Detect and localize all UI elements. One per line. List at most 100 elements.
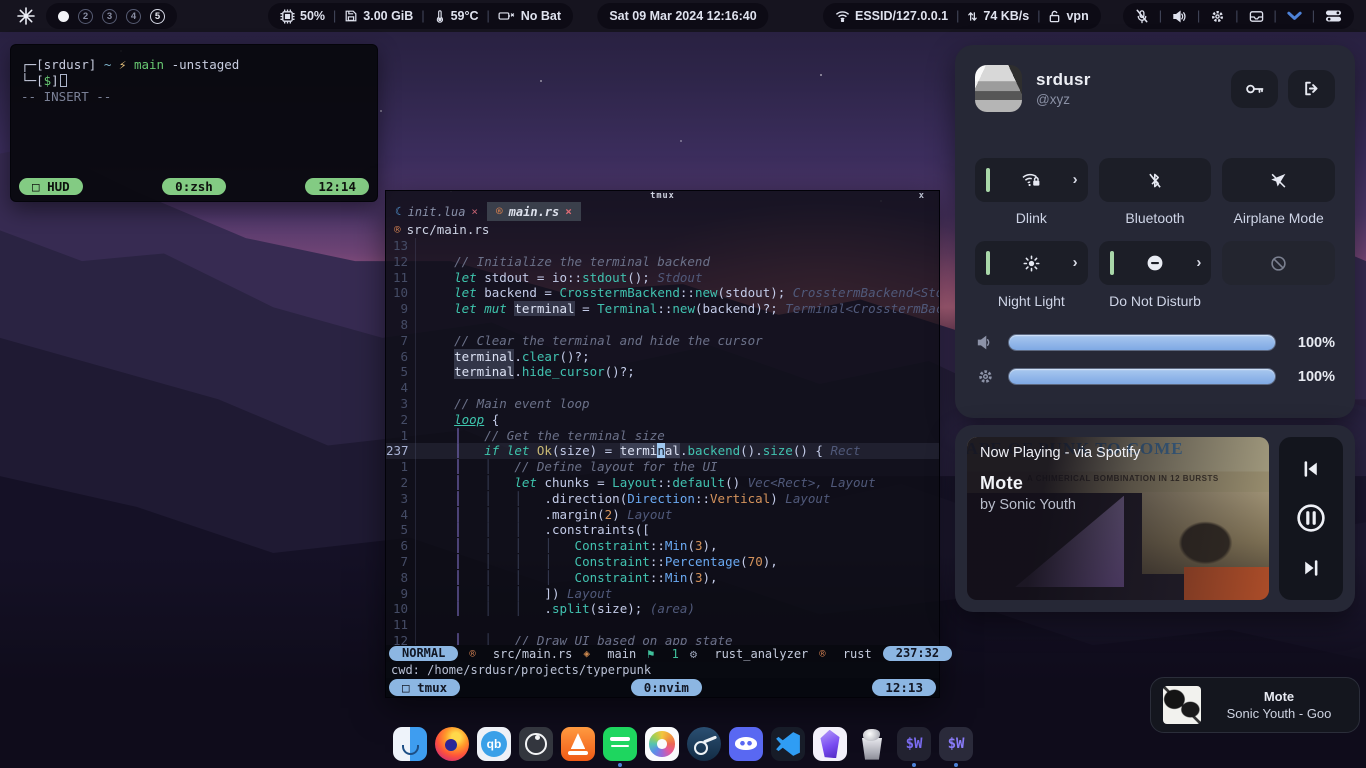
dock-icon-vscode[interactable] <box>771 727 805 761</box>
dock-icon-obsidian[interactable] <box>813 727 847 761</box>
toggle-dlink[interactable]: › <box>975 158 1088 202</box>
track-artist: by Sonic Youth <box>980 497 1140 513</box>
mic-muted-icon[interactable] <box>1135 9 1149 24</box>
workspace-4[interactable]: 4 <box>126 9 141 24</box>
logout-button[interactable] <box>1288 70 1335 108</box>
code-line: 9 let mut terminal = Terminal::new(backe… <box>386 301 939 317</box>
toggles-panel-icon[interactable] <box>1325 9 1342 23</box>
tmux-session-pill[interactable]: □ tmux <box>389 679 460 696</box>
workspace-active[interactable] <box>58 11 69 22</box>
dnd-icon <box>1146 254 1164 272</box>
dock-icon-wallet-app-1[interactable] <box>897 727 931 761</box>
brightness-slider-row: 100% <box>975 368 1335 385</box>
diagnostic-count: ⚑ 1 <box>647 647 679 661</box>
volume-icon[interactable] <box>1172 10 1187 23</box>
pause-button[interactable] <box>1296 503 1326 533</box>
toggle-bluetooth[interactable] <box>1099 158 1212 202</box>
brightness-value: 100% <box>1289 369 1335 385</box>
dock-icon-spotify[interactable] <box>603 727 637 761</box>
dock-icon-wallet-app-2[interactable] <box>939 727 973 761</box>
dock-icon-discord[interactable] <box>729 727 763 761</box>
ram-stat: 3.00 GiB <box>344 9 413 23</box>
wifi-status[interactable]: ESSID/127.0.0.1 <box>835 9 948 23</box>
dock-icon-qbittorrent[interactable] <box>477 727 511 761</box>
toggle-blocked[interactable] <box>1222 241 1335 285</box>
code-line: 1 │ // Get the terminal size <box>386 428 939 444</box>
editor-window[interactable]: tmux x ☾ init.lua × ® main.rs × ® src/ma… <box>385 190 940 698</box>
dock-icon-file-manager[interactable] <box>393 727 427 761</box>
dock-icon-photos[interactable] <box>645 727 679 761</box>
toggle-airplane-mode[interactable] <box>1222 158 1335 202</box>
key-icon <box>1245 82 1265 96</box>
dock <box>393 727 973 761</box>
system-tray: | | | | | <box>1123 3 1354 29</box>
code-line: 6 │ │ │ │ Constraint::Min(3), <box>386 538 939 554</box>
night-light-icon <box>1023 255 1040 272</box>
code-line: 10 │ │ │ .split(size); (area) <box>386 601 939 617</box>
volume-slider[interactable] <box>1008 334 1276 351</box>
tmux-window-pill[interactable]: 0:nvim <box>631 679 702 696</box>
code-line: 4 │ │ │ .margin(2) Layout <box>386 507 939 523</box>
dock-icon-trash[interactable] <box>855 727 889 761</box>
media-player-card: SHAPE OF PUNK TO COME A CHIMERICAL BOMBI… <box>955 425 1355 612</box>
tab-close-icon[interactable]: × <box>565 205 572 218</box>
chevron-right-icon[interactable]: › <box>1073 171 1078 188</box>
code-line: 6 terminal.clear()?; <box>386 349 939 365</box>
terminal-window[interactable]: ┌─[srdusr] ~ ⚡ main -unstaged └─[$] -- I… <box>10 44 378 202</box>
chevron-right-icon[interactable]: › <box>1196 254 1201 271</box>
toggle-label: Bluetooth <box>1099 210 1212 227</box>
code-line: 11 let stdout = io::stdout(); Stdout <box>386 270 939 286</box>
previous-track-button[interactable] <box>1302 460 1320 478</box>
chevron-down-icon[interactable] <box>1287 11 1302 21</box>
top-bar: 2 3 4 5 50% | 3.00 GiB | 59°C | No Bat S… <box>0 0 1366 32</box>
code-line: 1 │ │ // Define layout for the UI <box>386 459 939 475</box>
tab-init-lua[interactable]: ☾ init.lua × <box>386 202 487 221</box>
brightness-gear-icon <box>977 368 994 385</box>
dock-icon-steam[interactable] <box>687 727 721 761</box>
code-line: 11 <box>386 617 939 633</box>
code-lines[interactable]: 1312 // Initialize the terminal backend1… <box>386 238 939 645</box>
dock-icon-firefox[interactable] <box>435 727 469 761</box>
dock-icon-obs[interactable] <box>519 727 553 761</box>
cmdline: cwd: /home/srdusr/projects/typerpunk <box>386 662 939 678</box>
prompt-corner: ┌─ <box>21 57 36 72</box>
running-indicator <box>618 763 622 767</box>
vpn-status[interactable]: vpn <box>1048 9 1088 23</box>
speaker-icon <box>976 335 994 350</box>
settings-gear-icon[interactable] <box>1210 9 1225 24</box>
lock-keys-button[interactable] <box>1231 70 1278 108</box>
workspace-5[interactable]: 5 <box>150 9 165 24</box>
inbox-tray-icon[interactable] <box>1249 10 1264 23</box>
workspace-3[interactable]: 3 <box>102 9 117 24</box>
tmux-session-pill[interactable]: □ HUD <box>19 178 83 195</box>
statusline-branch: ◈ main <box>583 647 636 661</box>
dock-icon-vlc[interactable] <box>561 727 595 761</box>
avatar <box>975 65 1022 112</box>
toggle-night-light[interactable]: › <box>975 241 1088 285</box>
updown-arrows-icon <box>967 10 978 23</box>
tmux-window-pill[interactable]: 0:zsh <box>162 178 226 195</box>
workspace-2[interactable]: 2 <box>78 9 93 24</box>
temp-value: 59°C <box>451 9 479 23</box>
tab-close-icon[interactable]: × <box>471 205 478 218</box>
toggle-label: Airplane Mode <box>1222 210 1335 227</box>
user-handle: @xyz <box>1036 92 1091 107</box>
launcher-star-icon[interactable] <box>14 4 38 28</box>
clock[interactable]: Sat 09 Mar 2024 12:16:40 <box>597 3 768 29</box>
git-state: -unstaged <box>172 57 240 72</box>
media-notification[interactable]: Mote Sonic Youth - Goo <box>1150 677 1360 733</box>
rust-icon: ® <box>819 648 825 660</box>
next-track-button[interactable] <box>1302 559 1320 577</box>
datetime-text: Sat 09 Mar 2024 12:16:40 <box>609 9 756 23</box>
brightness-slider[interactable] <box>1008 368 1276 385</box>
toggle-do-not-disturb[interactable]: › <box>1099 241 1212 285</box>
speed-text: 74 KB/s <box>983 9 1029 23</box>
tab-main-rs[interactable]: ® main.rs × <box>487 202 581 221</box>
memory-icon <box>344 9 358 23</box>
chevron-right-icon[interactable]: › <box>1073 254 1078 271</box>
close-button[interactable]: x <box>919 191 925 202</box>
battery-missing-icon <box>498 9 516 23</box>
code-line: 13 <box>386 238 939 254</box>
active-indicator <box>986 251 990 275</box>
logout-icon <box>1303 80 1320 97</box>
